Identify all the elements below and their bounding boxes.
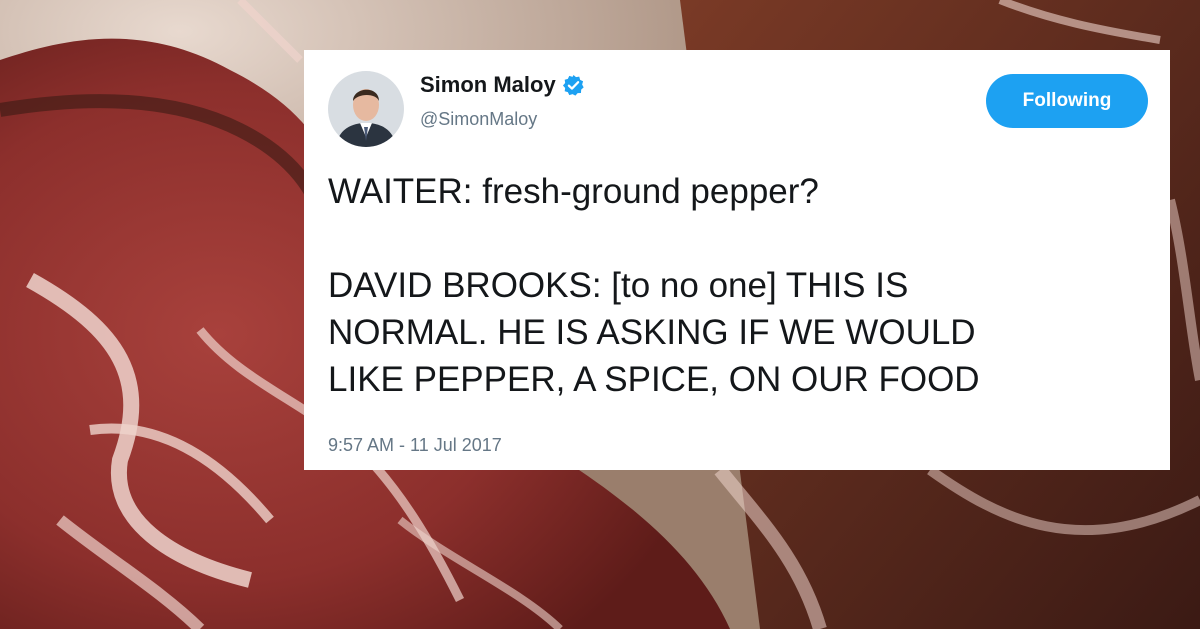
tweet-text: WAITER: fresh-ground pepper? DAVID BROOK…: [328, 168, 1158, 403]
avatar[interactable]: [328, 71, 404, 147]
tweet-line-3: NORMAL. HE IS ASKING IF WE WOULD: [328, 313, 976, 352]
author-display-name[interactable]: Simon Maloy: [420, 70, 585, 100]
following-button[interactable]: Following: [986, 74, 1148, 128]
tweet-line-4: LIKE PEPPER, A SPICE, ON OUR FOOD: [328, 360, 980, 399]
verified-badge-icon: [562, 74, 585, 97]
tweet-line-1: WAITER: fresh-ground pepper?: [328, 172, 819, 211]
author-handle[interactable]: @SimonMaloy: [420, 108, 537, 130]
tweet-card: Simon Maloy @SimonMaloy Following WAITER…: [304, 50, 1170, 470]
tweet-timestamp[interactable]: 9:57 AM - 11 Jul 2017: [328, 434, 502, 456]
tweet-line-2: DAVID BROOKS: [to no one] THIS IS: [328, 266, 909, 305]
author-name-text: Simon Maloy: [420, 72, 556, 97]
